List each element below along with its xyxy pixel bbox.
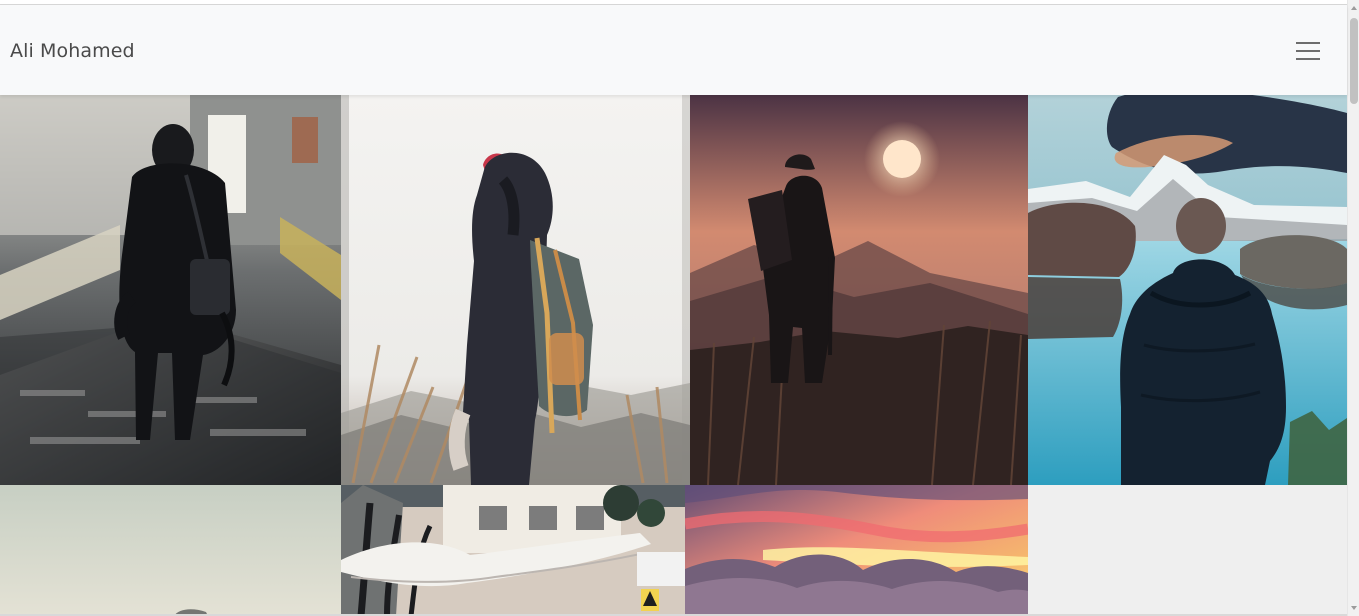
gallery-photo-sunset-clouds[interactable]: [685, 485, 1028, 616]
gallery-photo-backpack-person[interactable]: [341, 95, 690, 485]
gallery-photo-mountain-lake-man[interactable]: [1028, 95, 1347, 485]
backpack-person-photo-icon: [341, 95, 690, 485]
bridge-walker-photo-icon: [0, 95, 341, 485]
scroll-down-arrow-icon[interactable]: [1351, 606, 1357, 610]
gallery-photo-bridge-walker[interactable]: [0, 95, 341, 485]
menu-line-icon: [1296, 50, 1320, 52]
menu-line-icon: [1296, 42, 1320, 44]
gallery-photo-street-canopy[interactable]: [341, 485, 685, 616]
menu-line-icon: [1296, 58, 1320, 60]
gallery-photo-sunset-hiker[interactable]: [690, 95, 1028, 485]
sunset-hiker-photo-icon: [690, 95, 1028, 485]
sunset-clouds-photo-icon: [685, 485, 1028, 616]
hazy-sky-photo-icon: [0, 485, 341, 616]
gallery-empty-tile: [1028, 485, 1347, 616]
scrollbar-thumb[interactable]: [1350, 18, 1358, 104]
page-frame: Ali Mohamed: [0, 0, 1359, 616]
scroll-up-arrow-icon[interactable]: [1351, 6, 1357, 10]
hamburger-menu-button[interactable]: [1287, 33, 1329, 71]
brand-name[interactable]: Ali Mohamed: [10, 39, 135, 63]
street-canopy-photo-icon: [341, 485, 685, 616]
mountain-lake-man-photo-icon: [1028, 95, 1347, 485]
photo-gallery: [0, 95, 1347, 616]
gallery-photo-hazy-sky[interactable]: [0, 485, 341, 616]
vertical-scrollbar[interactable]: [1347, 0, 1359, 616]
top-navbar: Ali Mohamed: [0, 5, 1347, 95]
